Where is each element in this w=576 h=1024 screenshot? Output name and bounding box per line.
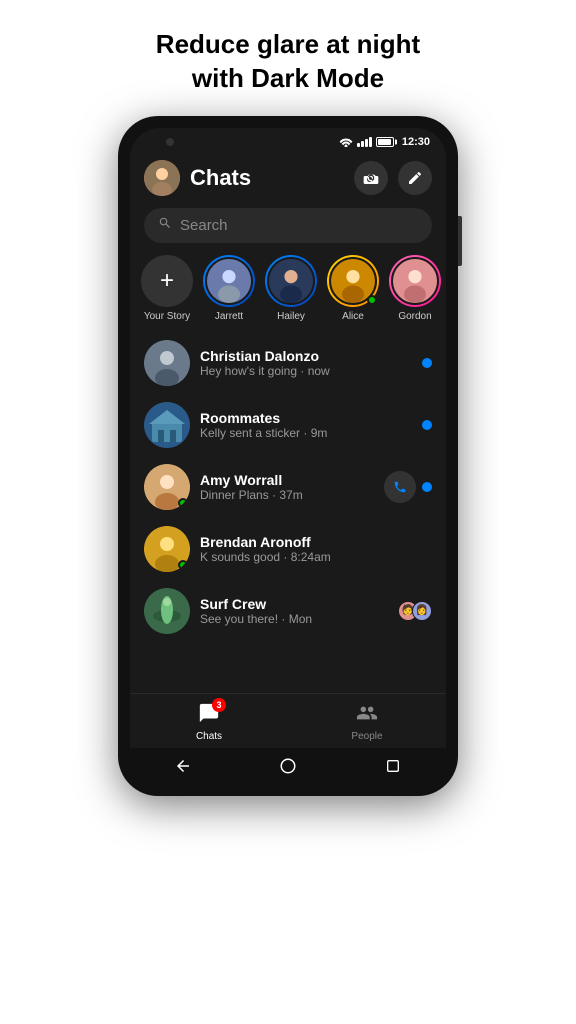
status-time: 12:30: [402, 136, 430, 148]
chat-actions-christian: [422, 358, 432, 368]
chat-list: Christian Dalonzo Hey how's it going · n…: [130, 332, 446, 693]
chat-info-brendan: Brendan Aronoff K sounds good · 8:24am: [200, 534, 432, 564]
app-content: Chats Search: [130, 152, 446, 748]
chat-actions-roommates: [422, 420, 432, 430]
battery-icon: [376, 137, 394, 147]
phone-frame: 12:30 Chats: [118, 116, 458, 796]
android-nav-bar: [130, 748, 446, 784]
app-title: Chats: [190, 165, 344, 191]
chat-item-amy[interactable]: Amy Worrall Dinner Plans · 37m: [130, 456, 446, 518]
people-nav-label: People: [351, 731, 382, 742]
story-label-hailey: Hailey: [277, 311, 305, 322]
user-avatar[interactable]: [144, 160, 180, 196]
page-header: Reduce glare at night with Dark Mode: [116, 0, 460, 116]
story-label-alice: Alice: [342, 311, 364, 322]
compose-button[interactable]: [398, 161, 432, 195]
home-button[interactable]: [278, 756, 298, 776]
phone-screen: 12:30 Chats: [130, 128, 446, 784]
stories-row: + Your Story: [130, 251, 446, 332]
chat-avatar-christian: [144, 340, 190, 386]
wifi-icon: [339, 136, 353, 147]
header-actions: [354, 161, 432, 195]
unread-badge-roommates: [422, 420, 432, 430]
chat-item-surf-crew[interactable]: Surf Crew See you there! · Mon 🧑 👩: [130, 580, 446, 642]
chat-actions-surf-crew: 🧑 👩: [398, 601, 432, 621]
amy-online-dot: [178, 498, 188, 508]
your-story-item[interactable]: + Your Story: [140, 255, 194, 322]
chat-name-brendan: Brendan Aronoff: [200, 534, 432, 550]
chat-avatar-surf-crew: [144, 588, 190, 634]
chat-info-roommates: Roommates Kelly sent a sticker · 9m: [200, 410, 412, 440]
nav-item-chats[interactable]: 3 Chats: [130, 702, 288, 742]
status-bar: 12:30: [130, 128, 446, 152]
nav-item-people[interactable]: People: [288, 702, 446, 742]
search-icon: [158, 216, 172, 235]
chat-name-roommates: Roommates: [200, 410, 412, 426]
chat-name-surf-crew: Surf Crew: [200, 596, 388, 612]
story-label-jarrett: Jarrett: [215, 311, 243, 322]
chat-name-amy: Amy Worrall: [200, 472, 374, 488]
chat-item-brendan[interactable]: Brendan Aronoff K sounds good · 8:24am: [130, 518, 446, 580]
back-button[interactable]: [173, 756, 193, 776]
chat-info-surf-crew: Surf Crew See you there! · Mon: [200, 596, 388, 626]
chat-preview-roommates: Kelly sent a sticker · 9m: [200, 426, 412, 440]
chat-preview-amy: Dinner Plans · 37m: [200, 488, 374, 502]
add-story-button[interactable]: +: [141, 255, 193, 307]
chat-item-roommates[interactable]: Roommates Kelly sent a sticker · 9m: [130, 394, 446, 456]
chat-preview-surf-crew: See you there! · Mon: [200, 612, 388, 626]
search-bar[interactable]: Search: [144, 208, 432, 243]
chat-info-christian: Christian Dalonzo Hey how's it going · n…: [200, 348, 412, 378]
recents-button[interactable]: [383, 756, 403, 776]
brendan-online-dot: [178, 560, 188, 570]
headline: Reduce glare at night with Dark Mode: [156, 28, 420, 96]
chats-badge: 3: [212, 698, 226, 712]
unread-badge-amy: [422, 482, 432, 492]
chats-nav-label: Chats: [196, 731, 222, 742]
chat-avatar-roommates: [144, 402, 190, 448]
chat-actions-amy: [384, 471, 432, 503]
app-header: Chats: [130, 152, 446, 204]
chat-name-christian: Christian Dalonzo: [200, 348, 412, 364]
front-camera: [166, 138, 174, 146]
bottom-nav: 3 Chats People: [130, 693, 446, 748]
group-avatars-surf-crew: 🧑 👩: [398, 601, 432, 621]
online-indicator: [367, 295, 377, 305]
camera-button[interactable]: [354, 161, 388, 195]
people-nav-icon: [356, 702, 378, 729]
story-item-alice[interactable]: Alice: [326, 255, 380, 322]
signal-icon: [357, 137, 372, 147]
story-item-hailey[interactable]: Hailey: [264, 255, 318, 322]
your-story-label: Your Story: [144, 311, 190, 322]
unread-badge-christian: [422, 358, 432, 368]
chat-item-christian[interactable]: Christian Dalonzo Hey how's it going · n…: [130, 332, 446, 394]
story-item-gordon[interactable]: Gordon: [388, 255, 442, 322]
chat-avatar-amy: [144, 464, 190, 510]
story-item-jarrett[interactable]: Jarrett: [202, 255, 256, 322]
chat-avatar-brendan: [144, 526, 190, 572]
chat-info-amy: Amy Worrall Dinner Plans · 37m: [200, 472, 374, 502]
chat-preview-brendan: K sounds good · 8:24am: [200, 550, 432, 564]
call-button-amy[interactable]: [384, 471, 416, 503]
story-label-gordon: Gordon: [398, 311, 431, 322]
chat-preview-christian: Hey how's it going · now: [200, 364, 412, 378]
search-placeholder: Search: [180, 217, 228, 234]
